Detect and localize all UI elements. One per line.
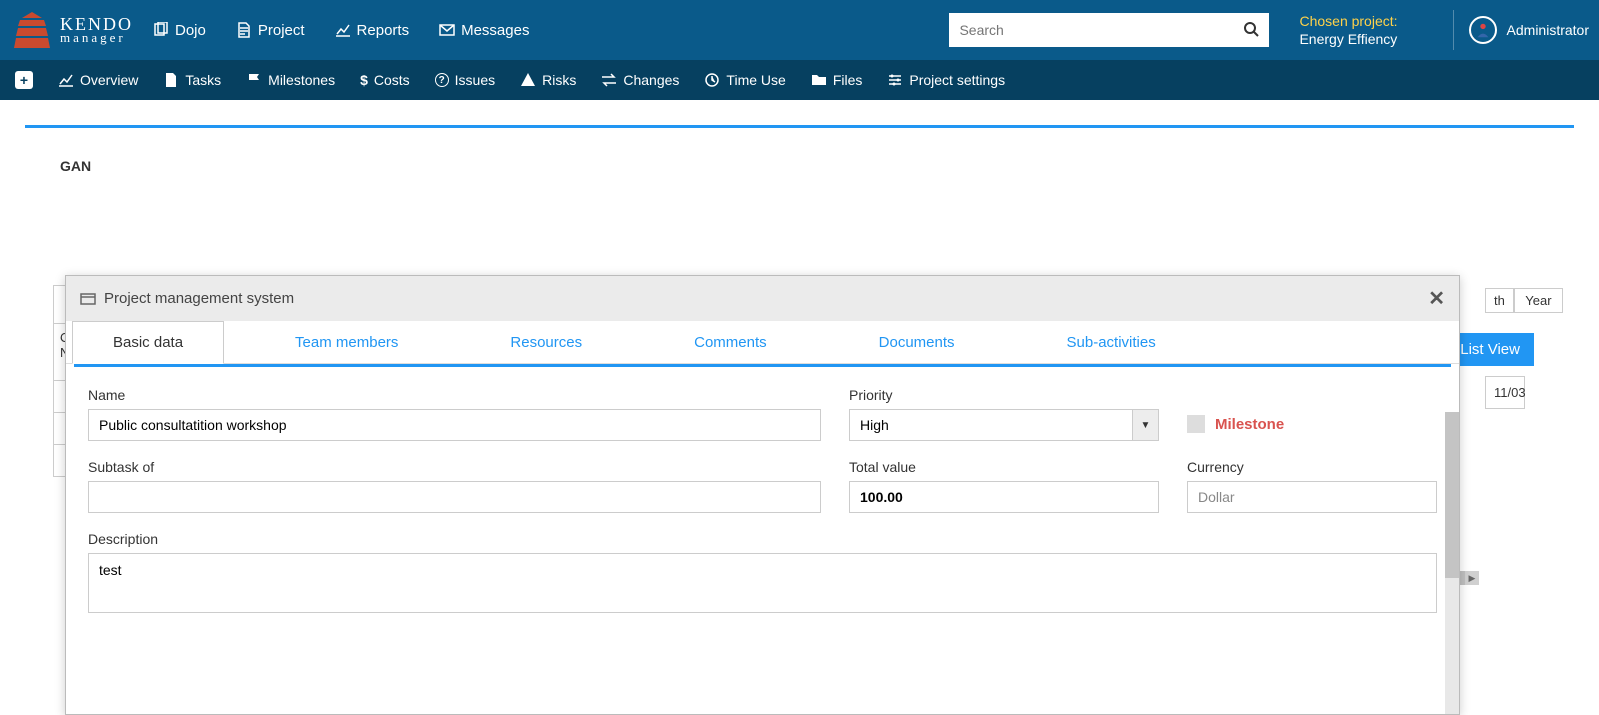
copy-icon (153, 22, 169, 38)
subnav-costs[interactable]: $ Costs (360, 72, 410, 88)
avatar (1469, 16, 1497, 44)
envelope-icon (439, 22, 455, 38)
total-label: Total value (849, 459, 1159, 475)
description-input[interactable] (88, 553, 1437, 613)
search-wrap (949, 13, 1269, 47)
document-icon (236, 22, 252, 38)
file-icon (163, 72, 179, 88)
description-label: Description (88, 531, 1437, 547)
flag-icon (246, 72, 262, 88)
priority-label: Priority (849, 387, 1159, 403)
top-bar: KENDO manager Dojo Project Reports Messa… (0, 0, 1599, 60)
tab-basic-data[interactable]: Basic data (72, 321, 224, 364)
scroll-right-icon[interactable]: ▶ (1465, 571, 1479, 585)
search-box[interactable] (949, 13, 1269, 47)
nav-messages[interactable]: Messages (439, 22, 529, 39)
search-input[interactable] (959, 22, 1243, 38)
chosen-project: Chosen project: Energy Effiency (1299, 12, 1397, 48)
subnav-timeuse[interactable]: Time Use (704, 72, 785, 88)
clock-icon (704, 72, 720, 88)
window-icon (80, 291, 96, 307)
name-label: Name (88, 387, 821, 403)
close-icon[interactable]: ✕ (1428, 286, 1445, 311)
milestone-label: Milestone (1215, 416, 1284, 433)
divider (1453, 10, 1454, 50)
checkbox-icon[interactable] (1187, 415, 1205, 433)
nav-reports[interactable]: Reports (335, 22, 410, 39)
modal-body: Name Priority ▼ Milestone (74, 364, 1451, 706)
chosen-value: Energy Effiency (1299, 30, 1397, 48)
milestone-checkbox[interactable]: Milestone (1187, 415, 1437, 433)
modal-title: Project management system (104, 290, 294, 307)
subnav-risks[interactable]: Risks (520, 72, 576, 88)
add-button[interactable]: + (15, 71, 33, 89)
task-modal: Project management system ✕ Basic data T… (65, 275, 1460, 715)
tab-resources[interactable]: Resources (469, 321, 623, 364)
scroll-thumb[interactable] (1445, 412, 1459, 578)
nav-reports-label: Reports (357, 22, 410, 39)
swap-icon (601, 72, 617, 88)
sub-nav: + Overview Tasks Milestones $ Costs ? Is… (0, 60, 1599, 100)
currency-label: Currency (1187, 459, 1437, 475)
user-name: Administrator (1507, 22, 1589, 38)
nav-messages-label: Messages (461, 22, 529, 39)
logo-text: KENDO manager (60, 16, 133, 44)
nav-project[interactable]: Project (236, 22, 305, 39)
top-nav: Dojo Project Reports Messages (153, 22, 529, 39)
tab-sub-activities[interactable]: Sub-activities (1026, 321, 1197, 364)
dollar-icon: $ (360, 72, 368, 88)
tab-team-members[interactable]: Team members (254, 321, 439, 364)
subtask-input[interactable] (88, 481, 821, 513)
th-cell[interactable]: th (1485, 288, 1514, 313)
subnav-files[interactable]: Files (811, 72, 863, 88)
question-icon: ? (435, 73, 449, 87)
modal-tabs: Basic data Team members Resources Commen… (66, 321, 1459, 364)
subtask-label: Subtask of (88, 459, 821, 475)
user-block[interactable]: Administrator (1469, 16, 1589, 44)
time-header-cells: th Year (1485, 288, 1563, 313)
name-input[interactable] (88, 409, 821, 441)
search-icon[interactable] (1243, 21, 1259, 40)
chart-icon (58, 72, 74, 88)
modal-header: Project management system ✕ (66, 276, 1459, 321)
total-input[interactable] (849, 481, 1159, 513)
currency-input[interactable] (1187, 481, 1437, 513)
content: GAN List View th Year 11/03 A Ordi Num 1… (0, 125, 1599, 605)
nav-project-label: Project (258, 22, 305, 39)
modal-scrollbar[interactable] (1445, 412, 1459, 714)
warning-icon (520, 72, 536, 88)
folder-icon (811, 72, 827, 88)
subnav-overview[interactable]: Overview (58, 72, 138, 88)
pagoda-icon (10, 8, 54, 52)
subnav-settings[interactable]: Project settings (887, 72, 1005, 88)
tab-documents[interactable]: Documents (838, 321, 996, 364)
priority-select[interactable] (849, 409, 1159, 441)
subnav-changes[interactable]: Changes (601, 72, 679, 88)
tab-comments[interactable]: Comments (653, 321, 808, 364)
date-cell: 11/03 (1485, 376, 1525, 409)
chart-icon (335, 22, 351, 38)
subnav-tasks[interactable]: Tasks (163, 72, 221, 88)
chosen-label: Chosen project: (1299, 12, 1397, 30)
sliders-icon (887, 72, 903, 88)
nav-dojo-label: Dojo (175, 22, 206, 39)
subnav-milestones[interactable]: Milestones (246, 72, 335, 88)
nav-dojo[interactable]: Dojo (153, 22, 206, 39)
year-cell[interactable]: Year (1514, 288, 1563, 313)
subnav-issues[interactable]: ? Issues (435, 72, 495, 88)
gantt-label: GAN (60, 158, 91, 174)
logo[interactable]: KENDO manager (10, 8, 133, 52)
